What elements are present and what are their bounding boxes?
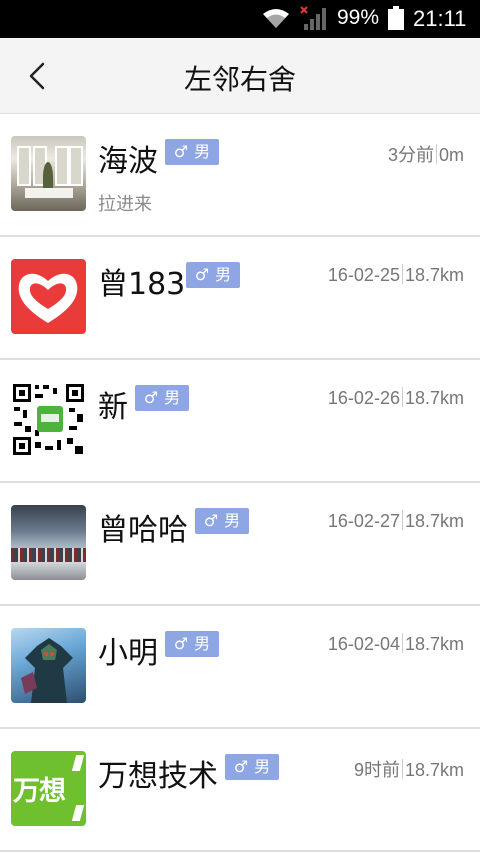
male-icon: ♂ [173,634,189,653]
distance: 18.7km [404,634,464,654]
gender-badge: ♂ 男 [135,385,189,411]
last-seen-distance: 16-02-27 18.7km [328,510,464,532]
last-seen-distance: 9时前 18.7km [354,756,464,782]
contact-name: 曾183 [98,267,186,302]
page-title: 左邻右舍 [183,63,296,96]
qr-code-icon [13,384,84,455]
contact-row[interactable]: 小明 ♂ 男 16-02-04 18.7km [0,606,480,729]
contact-list: 海波 ♂ 男 3分前 0m 拉进来 曾183 ♂ 男 16-02-25 18.7km [0,114,480,852]
contact-row[interactable]: 新 ♂ 男 16-02-26 18.7km [0,360,480,483]
distance: 18.7km [404,760,464,780]
last-seen: 16-02-25 [327,265,400,285]
signal-icon [300,6,326,30]
avatar[interactable] [11,382,86,457]
battery-icon [388,6,404,30]
clock: 21:11 [413,6,467,31]
warrior-figure-icon [21,638,73,703]
last-seen-distance: 16-02-04 18.7km [328,633,464,655]
distance: 18.7km [404,265,464,285]
gender-badge: ♂ 男 [165,139,219,165]
contact-name: 新 [98,390,128,425]
gender-badge: ♂ 男 [225,754,279,780]
last-seen: 16-02-04 [327,634,400,654]
distance: 18.7km [404,388,464,408]
wifi-icon [263,9,289,28]
gender-badge: ♂ 男 [195,508,249,534]
distance: 0m [438,145,464,165]
contact-name: 曾哈哈 [98,513,188,548]
last-seen: 16-02-27 [327,511,400,531]
contact-signature: 拉进来 [98,194,152,215]
contact-row[interactable]: 海波 ♂ 男 3分前 0m 拉进来 [0,114,480,237]
avatar[interactable]: 万想 [11,751,86,826]
app-header: 左邻右舍 [0,38,480,114]
contact-row[interactable]: 曾哈哈 ♂ 男 16-02-27 18.7km [0,483,480,606]
avatar[interactable] [11,628,86,703]
distance: 18.7km [404,511,464,531]
avatar[interactable] [11,505,86,580]
avatar-text: 万想 [13,776,66,807]
last-seen-distance: 16-02-26 18.7km [328,387,464,409]
last-seen: 16-02-26 [327,388,400,408]
gender-badge: ♂ 男 [165,631,219,657]
avatar[interactable] [11,259,86,334]
male-icon: ♂ [194,265,210,284]
last-seen: 9时前 [353,760,400,780]
male-icon: ♂ [233,757,249,776]
male-icon: ♂ [143,388,159,407]
male-icon: ♂ [203,511,219,530]
contact-name: 万想技术 [98,759,218,794]
battery-percent: 99% [337,6,380,29]
gender-badge: ♂ 男 [186,262,240,288]
contact-row[interactable]: 曾183 ♂ 男 16-02-25 18.7km [0,237,480,360]
contact-row[interactable]: 万想 万想技术 ♂ 男 9时前 18.7km [0,729,480,852]
contact-name: 海波 [98,144,158,179]
last-seen-distance: 3分前 0m [388,141,464,167]
last-seen: 3分前 [387,145,434,165]
last-seen-distance: 16-02-25 18.7km [328,264,464,286]
status-bar: 99% 21:11 [0,0,480,38]
heart-logo-icon [18,273,78,323]
male-icon: ♂ [173,142,189,161]
avatar[interactable] [11,136,86,211]
contact-name: 小明 [98,636,158,671]
